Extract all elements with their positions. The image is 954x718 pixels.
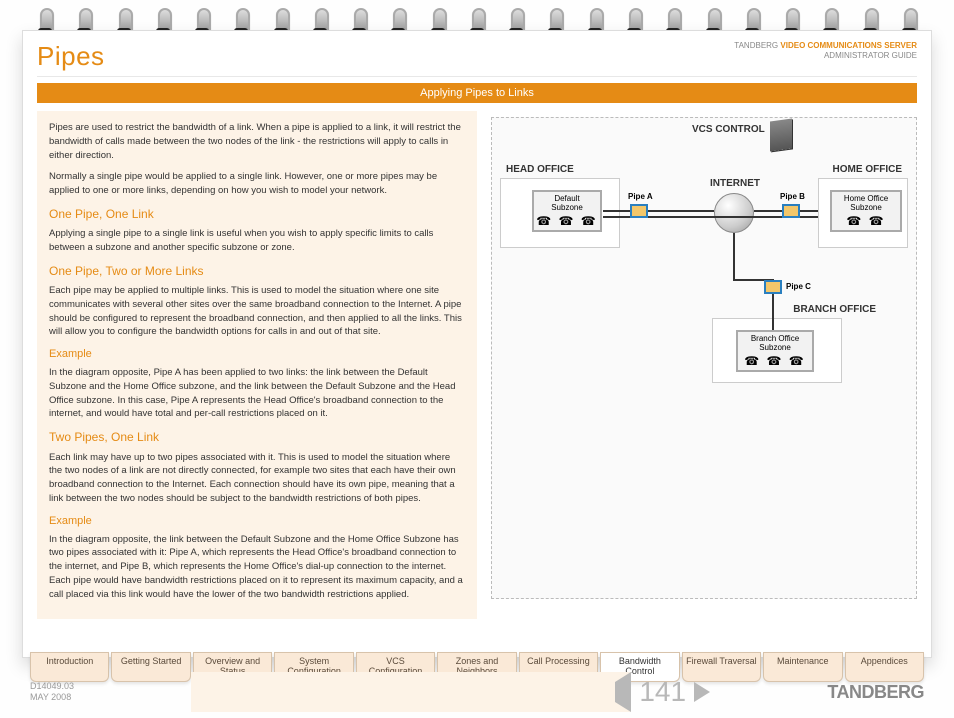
- globe-icon: [714, 193, 754, 233]
- body-paragraph: Each pipe may be applied to multiple lin…: [49, 284, 465, 339]
- pipe-c: [764, 280, 782, 294]
- network-diagram: VCS CONTROL HEAD OFFICE HOME OFFICE INTE…: [491, 117, 917, 599]
- section-heading: One Pipe, One Link: [49, 206, 465, 223]
- vcs-label: VCS CONTROL: [692, 124, 765, 135]
- home-office-label: HOME OFFICE: [833, 164, 902, 175]
- next-page-arrow[interactable]: [694, 682, 710, 702]
- server-icon: [770, 118, 792, 151]
- phone-icon: ☎ ☎: [832, 214, 900, 228]
- intro-paragraph: Pipes are used to restrict the bandwidth…: [49, 121, 465, 162]
- brand-logo: TANDBERG: [827, 682, 924, 703]
- internet-label: INTERNET: [710, 178, 760, 189]
- body-paragraph: Applying a single pipe to a single link …: [49, 227, 465, 255]
- page-title: Pipes: [37, 41, 105, 72]
- link-line: [772, 293, 774, 330]
- body-paragraph: In the diagram opposite, the link betwee…: [49, 533, 465, 602]
- page-number: 141: [639, 676, 686, 708]
- link-line: [733, 233, 735, 279]
- pipe-a-label: Pipe A: [628, 192, 653, 201]
- pipe-b: [782, 204, 800, 218]
- section-heading: One Pipe, Two or More Links: [49, 263, 465, 280]
- body-paragraph: Each link may have up to two pipes assoc…: [49, 451, 465, 506]
- section-banner: Applying Pipes to Links: [37, 83, 917, 103]
- text-column: Pipes are used to restrict the bandwidth…: [37, 111, 477, 619]
- section-heading: Two Pipes, One Link: [49, 429, 465, 446]
- prev-page-arrow[interactable]: [191, 672, 631, 712]
- phone-icon: ☎ ☎ ☎: [534, 214, 600, 228]
- pipe-b-label: Pipe B: [780, 192, 805, 201]
- phone-icon: ☎ ☎ ☎: [738, 354, 812, 368]
- link-line: [603, 210, 714, 212]
- branch-subzone: Branch Office Subzone ☎ ☎ ☎: [736, 330, 814, 372]
- body-paragraph: In the diagram opposite, Pipe A has been…: [49, 366, 465, 421]
- home-subzone: Home Office Subzone ☎ ☎: [830, 190, 902, 232]
- pager: 141: [191, 672, 710, 712]
- branch-office-label: BRANCH OFFICE: [793, 304, 876, 315]
- default-subzone: Default Subzone ☎ ☎ ☎: [532, 190, 602, 232]
- doc-id: D14049.03MAY 2008: [30, 681, 74, 703]
- head-office-label: HEAD OFFICE: [506, 164, 574, 175]
- pipe-a: [630, 204, 648, 218]
- pipe-c-label: Pipe C: [786, 282, 811, 291]
- example-heading: Example: [49, 347, 465, 363]
- header-meta: TANDBERG VIDEO COMMUNICATIONS SERVER ADM…: [734, 41, 917, 62]
- example-heading: Example: [49, 514, 465, 530]
- intro-paragraph: Normally a single pipe would be applied …: [49, 170, 465, 198]
